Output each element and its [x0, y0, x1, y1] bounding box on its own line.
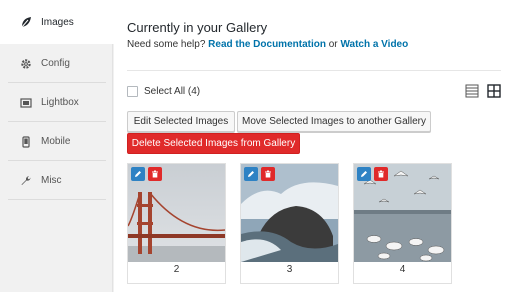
help-text: Need some help? Read the Documentation o… — [127, 39, 408, 50]
tab-misc[interactable]: Misc — [8, 162, 106, 200]
help-prefix: Need some help? — [127, 39, 206, 50]
gallery-panel: Currently in your Gallery Need some help… — [114, 0, 520, 292]
tab-lightbox-label: Lightbox — [41, 97, 79, 108]
trash-icon — [378, 170, 384, 178]
pencil-icon — [248, 171, 254, 177]
delete-image-button[interactable] — [148, 167, 162, 181]
select-all[interactable]: Select All (4) — [127, 86, 200, 97]
grid-view-icon[interactable] — [487, 84, 501, 98]
tab-images-label: Images — [41, 16, 74, 28]
trash-icon — [152, 170, 158, 178]
phone-icon — [20, 135, 32, 148]
tab-misc-label: Misc — [41, 175, 62, 186]
move-selected-button[interactable]: Move Selected Images to another Gallery — [237, 111, 431, 132]
help-or: or — [328, 39, 338, 50]
tab-images[interactable]: Images — [0, 0, 114, 44]
image-icon — [20, 97, 32, 109]
tab-config[interactable]: Config — [8, 45, 106, 83]
tab-lightbox[interactable]: Lightbox — [8, 84, 106, 122]
page-title: Currently in your Gallery — [127, 20, 268, 35]
delete-image-button[interactable] — [261, 167, 275, 181]
edit-image-button[interactable] — [131, 167, 145, 181]
tab-config-label: Config — [41, 58, 70, 69]
list-view-icon[interactable] — [465, 84, 479, 98]
tab-mobile[interactable]: Mobile — [8, 123, 106, 161]
documentation-link[interactable]: Read the Documentation — [208, 39, 326, 50]
leaf-icon — [20, 16, 32, 28]
select-all-label: Select All (4) — [144, 86, 201, 97]
edit-image-button[interactable] — [244, 167, 258, 181]
trash-icon — [265, 170, 271, 178]
delete-selected-button[interactable]: Delete Selected Images from Gallery — [127, 133, 300, 154]
video-link[interactable]: Watch a Video — [340, 39, 408, 50]
sidebar: Images Config Lightbox Mobile Misc — [0, 0, 114, 292]
pencil-icon — [361, 171, 367, 177]
select-all-checkbox[interactable] — [127, 86, 138, 97]
view-toggle — [465, 84, 501, 98]
image-number: 2 — [173, 264, 180, 275]
delete-image-button[interactable] — [374, 167, 388, 181]
gear-icon — [20, 58, 32, 70]
divider — [127, 70, 501, 71]
image-number: 4 — [399, 264, 406, 275]
edit-image-button[interactable] — [357, 167, 371, 181]
gallery-image-card[interactable]: 4 — [353, 163, 452, 284]
gallery-image-card[interactable]: 3 — [240, 163, 339, 284]
wrench-icon — [20, 175, 32, 187]
tab-mobile-label: Mobile — [41, 136, 71, 147]
pencil-icon — [135, 171, 141, 177]
image-number: 3 — [286, 264, 293, 275]
gallery-image-card[interactable]: 2 — [127, 163, 226, 284]
edit-selected-button[interactable]: Edit Selected Images — [127, 111, 235, 132]
